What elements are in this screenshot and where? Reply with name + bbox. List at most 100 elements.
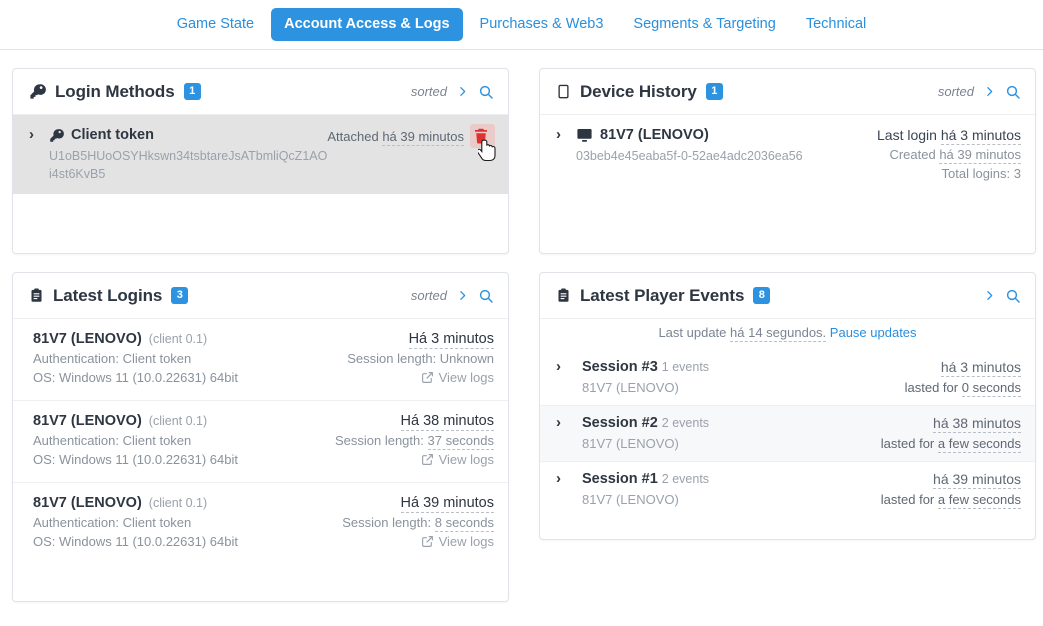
player-event-row[interactable]: › Session #3 1 events 81V7 (LENOVO) há 3… xyxy=(540,350,1035,405)
attached-label: Attached xyxy=(327,129,379,144)
lasted-value: 0 seconds xyxy=(961,380,1021,397)
lasted-prefix: lasted for xyxy=(880,436,935,451)
login-entry-row[interactable]: 81V7 (LENOVO) (client 0.1) Authenticatio… xyxy=(13,319,508,400)
device-last-login: Last login há 3 minutos xyxy=(877,126,1021,145)
device-id: 03beb4e45eaba5f-0-52ae4adc2036ea56 xyxy=(576,149,803,163)
login-entry-row[interactable]: 81V7 (LENOVO) (client 0.1) Authenticatio… xyxy=(13,400,508,482)
player-events-update-status: Last update há 14 segundos. Pause update… xyxy=(540,319,1035,350)
device-name: 81V7 (LENOVO) xyxy=(600,127,709,143)
external-link-icon xyxy=(421,453,434,466)
player-event-main: Session #1 2 events 81V7 (LENOVO) xyxy=(582,470,881,509)
search-icon[interactable] xyxy=(478,84,494,100)
login-entry-os: OS: Windows 11 (10.0.22631) 64bit xyxy=(33,370,238,385)
tab-account-access-and-logs[interactable]: Account Access & Logs xyxy=(271,8,463,41)
player-event-row[interactable]: › Session #1 2 events 81V7 (LENOVO) há 3… xyxy=(540,461,1035,517)
login-entry-device: 81V7 (LENOVO) xyxy=(33,413,142,429)
view-logs-link[interactable]: View logs xyxy=(421,368,494,387)
device-history-row[interactable]: › 81V7 (LENOVO) 03beb4e45eaba5f-0-52ae4a… xyxy=(540,115,1035,194)
device-history-header: Device History 1 sorted xyxy=(540,69,1035,115)
device-created: Created há 39 minutos xyxy=(877,145,1021,164)
login-entry-side: Há 39 minutos Session length: 8 seconds … xyxy=(342,494,494,553)
player-event-row[interactable]: › Session #2 2 events 81V7 (LENOVO) há 3… xyxy=(540,405,1035,461)
login-method-title-group: Client token xyxy=(49,126,327,145)
chevron-right-icon[interactable] xyxy=(983,84,996,99)
tab-segments-and-targeting[interactable]: Segments & Targeting xyxy=(620,8,788,41)
chevron-right-icon[interactable]: › xyxy=(556,470,582,509)
lasted-value: a few seconds xyxy=(937,436,1021,453)
tab-purchases-and-web3[interactable]: Purchases & Web3 xyxy=(467,8,617,41)
chevron-right-icon[interactable] xyxy=(983,288,996,303)
player-event-count: 2 events xyxy=(661,416,710,430)
login-entry-side: Há 3 minutos Session length: Unknown Vie… xyxy=(347,330,494,389)
login-entry-main: 81V7 (LENOVO) (client 0.1) Authenticatio… xyxy=(33,330,347,389)
login-entry-client: (client 0.1) xyxy=(148,496,208,510)
latest-logins-count-badge: 3 xyxy=(171,287,189,304)
player-event-side: há 3 minutos lasted for 0 seconds xyxy=(905,358,1021,397)
login-entry-os: OS: Windows 11 (10.0.22631) 64bit xyxy=(33,534,238,549)
login-entry-row[interactable]: 81V7 (LENOVO) (client 0.1) Authenticatio… xyxy=(13,482,508,564)
pause-updates-link[interactable]: Pause updates xyxy=(830,325,917,340)
login-entry-client: (client 0.1) xyxy=(148,414,208,428)
login-entry-timestamp-wrap: Há 38 minutos xyxy=(335,412,494,431)
player-event-lasted: lasted for a few seconds xyxy=(881,490,1021,509)
tab-game-state[interactable]: Game State xyxy=(164,8,267,41)
login-methods-header: Login Methods 1 sorted xyxy=(13,69,508,115)
login-entry-timestamp: Há 3 minutos xyxy=(408,331,494,349)
login-method-row[interactable]: › Client token U1oB5HUoOSYHkswn34tsbtare… xyxy=(13,115,508,194)
main-tab-bar: Game State Account Access & Logs Purchas… xyxy=(0,0,1043,50)
external-link-icon xyxy=(421,371,434,384)
player-events-title-group: Latest Player Events 8 xyxy=(556,286,771,306)
device-history-body: › 81V7 (LENOVO) 03beb4e45eaba5f-0-52ae4a… xyxy=(540,115,1035,194)
delete-login-method-button[interactable] xyxy=(470,124,496,162)
login-methods-title: Login Methods xyxy=(55,81,175,101)
device-title-group: 81V7 (LENOVO) xyxy=(576,126,877,145)
device-history-count-badge: 1 xyxy=(705,83,723,100)
player-event-side: há 38 minutos lasted for a few seconds xyxy=(881,414,1021,453)
login-methods-header-actions: sorted xyxy=(411,84,494,100)
search-icon[interactable] xyxy=(1005,84,1021,100)
login-entry-side: Há 38 minutos Session length: 37 seconds… xyxy=(335,412,494,471)
login-entry-device: 81V7 (LENOVO) xyxy=(33,495,142,511)
player-event-session: Session #2 xyxy=(582,415,658,431)
search-icon[interactable] xyxy=(478,288,494,304)
created-value: há 39 minutos xyxy=(939,147,1021,164)
last-login-value: há 3 minutos xyxy=(940,127,1021,145)
attached-value: há 39 minutos xyxy=(382,129,464,146)
login-methods-title-group: Login Methods 1 xyxy=(29,82,201,102)
chevron-right-icon[interactable] xyxy=(456,84,469,99)
search-icon[interactable] xyxy=(1005,288,1021,304)
chevron-right-icon[interactable] xyxy=(456,288,469,303)
player-event-count: 2 events xyxy=(661,472,710,486)
login-entry-session: Session length: 37 seconds xyxy=(335,431,494,450)
chevron-right-icon[interactable]: › xyxy=(556,414,582,453)
latest-logins-body: 81V7 (LENOVO) (client 0.1) Authenticatio… xyxy=(13,319,508,564)
chevron-right-icon[interactable]: › xyxy=(29,126,49,183)
view-logs-label: View logs xyxy=(438,370,494,385)
login-entry-timestamp-wrap: Há 39 minutos xyxy=(342,494,494,513)
login-entry-session: Session length: 8 seconds xyxy=(342,513,494,532)
login-method-name: Client token xyxy=(71,127,154,143)
chevron-right-icon[interactable]: › xyxy=(556,126,576,183)
view-logs-label: View logs xyxy=(438,534,494,549)
key-icon xyxy=(49,128,64,143)
latest-logins-title-group: Latest Logins 3 xyxy=(29,286,189,306)
view-logs-link[interactable]: View logs xyxy=(421,450,494,469)
view-logs-link[interactable]: View logs xyxy=(421,532,494,551)
trash-icon[interactable] xyxy=(472,126,494,145)
login-methods-sorted-label: sorted xyxy=(410,84,447,99)
player-events-header: Latest Player Events 8 xyxy=(540,273,1035,319)
login-method-main: Client token U1oB5HUoOSYHkswn34tsbtareJs… xyxy=(49,126,327,183)
player-events-body: Last update há 14 segundos. Pause update… xyxy=(540,319,1035,517)
player-event-session: Session #1 xyxy=(582,471,658,487)
player-event-title-group: Session #2 2 events xyxy=(582,414,881,433)
tab-technical[interactable]: Technical xyxy=(793,8,879,41)
login-method-token: U1oB5HUoOSYHkswn34tsbtareJsATbmliQcZ1AOi… xyxy=(49,149,328,181)
login-entry-timestamp: Há 38 minutos xyxy=(400,413,494,431)
session-length-label: Session length: xyxy=(334,433,424,448)
monitor-icon xyxy=(576,128,593,143)
chevron-right-icon[interactable]: › xyxy=(556,358,582,397)
page-content: Login Methods 1 sorted › Client token U1… xyxy=(0,50,1043,626)
player-event-main: Session #3 1 events 81V7 (LENOVO) xyxy=(582,358,905,397)
session-length-value: 8 seconds xyxy=(434,515,494,532)
device-history-title: Device History xyxy=(580,81,697,101)
